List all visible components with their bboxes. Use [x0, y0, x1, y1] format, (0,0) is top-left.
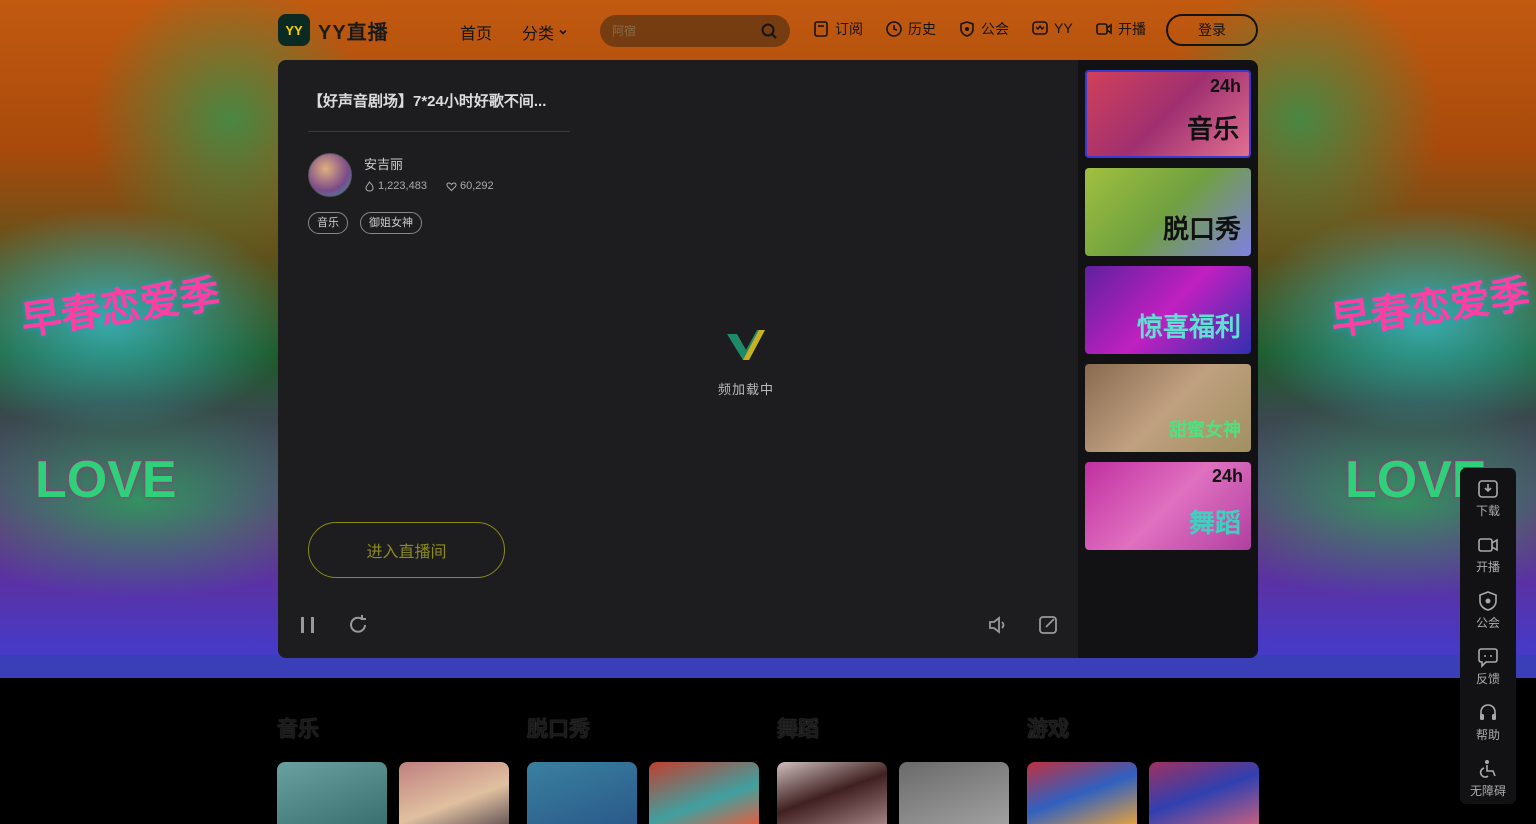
- nav-subscribe-label: 订阅: [835, 21, 863, 37]
- volume-icon[interactable]: [986, 613, 1010, 637]
- clock-icon: [886, 21, 902, 37]
- float-feedback[interactable]: 反馈: [1460, 636, 1516, 692]
- nav-golive-label: 开播: [1118, 21, 1146, 37]
- float-download[interactable]: 下载: [1460, 468, 1516, 524]
- float-guild-label: 公会: [1475, 616, 1500, 630]
- logo-mark: YY: [278, 14, 310, 46]
- video-camera-icon: [1478, 538, 1498, 552]
- yy-logo-icon: [727, 330, 765, 360]
- float-accessibility-label: 无障碍: [1469, 784, 1506, 798]
- shield-icon: [1479, 591, 1497, 611]
- hero-title-right: 早春恋爱季: [1328, 272, 1533, 344]
- tag-goddess[interactable]: 御姐女神: [360, 212, 422, 234]
- room-card[interactable]: [899, 762, 1009, 824]
- loading-text: 频加载中: [718, 382, 775, 397]
- room-title: 【好声音剧场】7*24小时好歌不间...: [308, 90, 570, 132]
- avatar[interactable]: [308, 153, 352, 197]
- float-golive-label: 开播: [1475, 560, 1500, 574]
- thumb-caption: 甜蜜女神: [1169, 420, 1241, 440]
- recommend-sidebar: 24h 音乐 脱口秀 惊喜福利 甜蜜女神 24h 舞蹈: [1078, 60, 1258, 658]
- recommend-thumb[interactable]: 24h 舞蹈: [1085, 462, 1251, 550]
- nav-category[interactable]: 分类: [522, 20, 568, 44]
- chevron-down-icon: [559, 29, 567, 35]
- loading-indicator: 频加载中: [718, 326, 774, 398]
- search-input[interactable]: [612, 21, 752, 41]
- room-card[interactable]: [277, 762, 387, 824]
- nav-yy[interactable]: YY: [1031, 19, 1073, 37]
- thumb-badge: 24h: [1211, 466, 1243, 486]
- hero-title-left: 早春恋爱季: [18, 272, 223, 344]
- like-count-value: 60,292: [460, 180, 494, 192]
- search-icon[interactable]: [760, 22, 778, 40]
- float-golive[interactable]: 开播: [1460, 524, 1516, 580]
- thumb-caption: 脱口秀: [1162, 214, 1241, 244]
- nav-golive[interactable]: 开播: [1095, 19, 1146, 39]
- bookmark-icon: [814, 21, 828, 37]
- float-help[interactable]: 帮助: [1460, 692, 1516, 748]
- viewer-count-value: 1,223,483: [378, 180, 427, 192]
- yy-icon: [1032, 21, 1048, 35]
- pause-icon[interactable]: [296, 613, 320, 637]
- room-card[interactable]: [1027, 762, 1137, 824]
- nav-subscribe[interactable]: 订阅: [812, 19, 863, 39]
- recommend-thumb[interactable]: 脱口秀: [1085, 168, 1251, 256]
- nav-yy-label: YY: [1054, 20, 1073, 36]
- room-card[interactable]: [777, 762, 887, 824]
- recommend-thumb[interactable]: 24h 音乐: [1085, 70, 1251, 158]
- nav-home[interactable]: 首页: [460, 20, 492, 44]
- video-player[interactable]: 【好声音剧场】7*24小时好歌不间... 安吉丽 1,223,483 60,29…: [278, 60, 1078, 658]
- hero-love-left: LOVE: [35, 451, 177, 509]
- recommend-thumb[interactable]: 甜蜜女神: [1085, 364, 1251, 452]
- logo[interactable]: YY YY直播: [278, 14, 389, 46]
- enter-room-button[interactable]: 进入直播间: [308, 522, 505, 578]
- heart-icon: [446, 181, 457, 191]
- nav-category-label: 分类: [522, 26, 555, 43]
- video-camera-icon: [1096, 23, 1112, 35]
- anchor-name[interactable]: 安吉丽: [364, 154, 403, 173]
- float-feedback-label: 反馈: [1475, 672, 1500, 686]
- float-help-label: 帮助: [1475, 728, 1500, 742]
- float-guild[interactable]: 公会: [1460, 580, 1516, 636]
- thumb-caption: 音乐: [1186, 114, 1239, 144]
- nav-guild[interactable]: 公会: [958, 19, 1009, 39]
- section-title-talkshow[interactable]: 脱口秀: [527, 713, 590, 743]
- recommend-thumb[interactable]: 惊喜福利: [1085, 266, 1251, 354]
- section-title-dance[interactable]: 舞蹈: [777, 713, 819, 743]
- float-accessibility[interactable]: 无障碍: [1460, 748, 1516, 804]
- flame-icon: [365, 180, 374, 192]
- room-card[interactable]: [527, 762, 637, 824]
- login-button[interactable]: 登录: [1166, 14, 1258, 46]
- thumb-caption: 惊喜福利: [1136, 312, 1241, 342]
- room-card[interactable]: [399, 762, 509, 824]
- refresh-icon[interactable]: [346, 613, 370, 637]
- room-card[interactable]: [1149, 762, 1259, 824]
- section-title-game[interactable]: 游戏: [1027, 713, 1069, 743]
- section-title-music[interactable]: 音乐: [277, 713, 319, 743]
- viewer-count: 1,223,483: [364, 180, 427, 192]
- thumb-caption: 舞蹈: [1188, 508, 1241, 538]
- shield-icon: [960, 21, 974, 37]
- search-box: [600, 15, 790, 47]
- tag-music[interactable]: 音乐: [308, 212, 348, 234]
- thumb-badge: 24h: [1209, 76, 1241, 96]
- like-count: 60,292: [446, 180, 494, 192]
- room-card[interactable]: [649, 762, 759, 824]
- hero-bottom-band: [0, 655, 1536, 678]
- floating-toolbar: 下载 开播 公会 反馈 帮助 无障碍: [1460, 468, 1516, 804]
- float-download-label: 下载: [1475, 504, 1500, 518]
- top-nav: YY YY直播 首页 分类 订阅 历史 公会 YY 开播 登录: [0, 0, 1536, 60]
- nav-guild-label: 公会: [981, 21, 1009, 37]
- download-icon: [1478, 480, 1498, 498]
- accessibility-icon: [1479, 760, 1496, 778]
- logo-text: YY直播: [318, 21, 389, 44]
- fullscreen-icon[interactable]: [1036, 613, 1060, 637]
- feedback-icon: [1478, 648, 1498, 668]
- headset-icon: [1480, 704, 1496, 720]
- nav-history-label: 历史: [908, 21, 936, 37]
- nav-history[interactable]: 历史: [885, 19, 936, 39]
